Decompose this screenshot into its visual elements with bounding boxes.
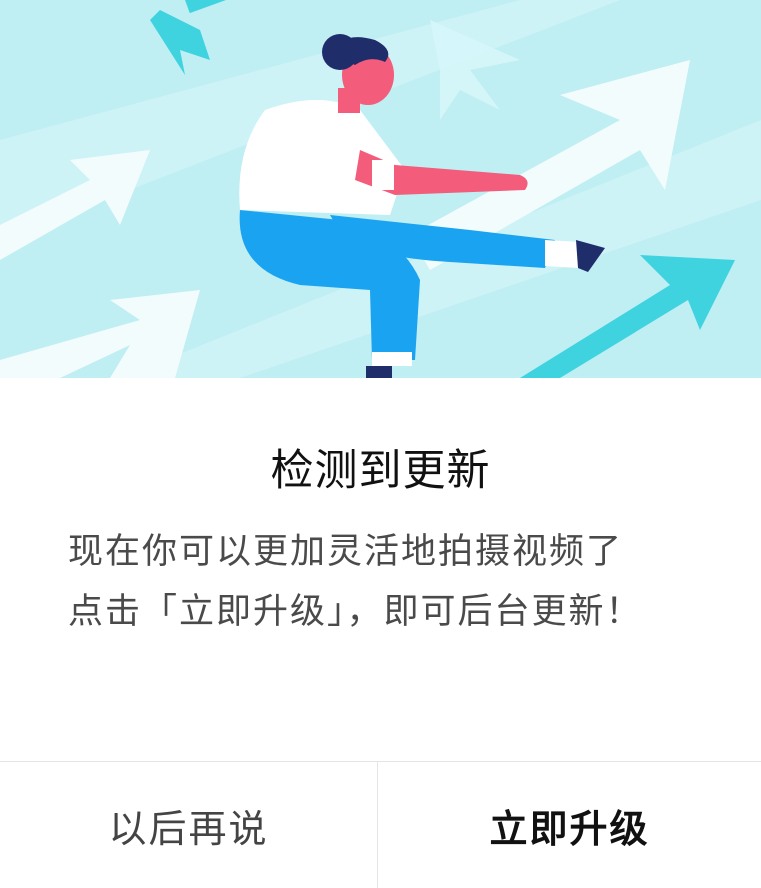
- upgrade-now-button[interactable]: 立即升级: [378, 762, 761, 888]
- dialog-message-line: 现在你可以更加灵活地拍摄视频了: [68, 532, 624, 572]
- dialog-message-line: 点击「立即升级」，即可后台更新！: [68, 592, 643, 632]
- dialog-message: 现在你可以更加灵活地拍摄视频了 点击「立即升级」，即可后台更新！: [68, 522, 708, 642]
- later-button[interactable]: 以后再说: [0, 762, 377, 888]
- dialog-title: 检测到更新: [270, 446, 491, 496]
- update-dialog: 检测到更新 现在你可以更加灵活地拍摄视频了 点击「立即升级」，即可后台更新！ 以…: [0, 0, 761, 888]
- update-banner-illustration: [0, 0, 761, 378]
- person-riding-arrow-illustration: [0, 0, 761, 378]
